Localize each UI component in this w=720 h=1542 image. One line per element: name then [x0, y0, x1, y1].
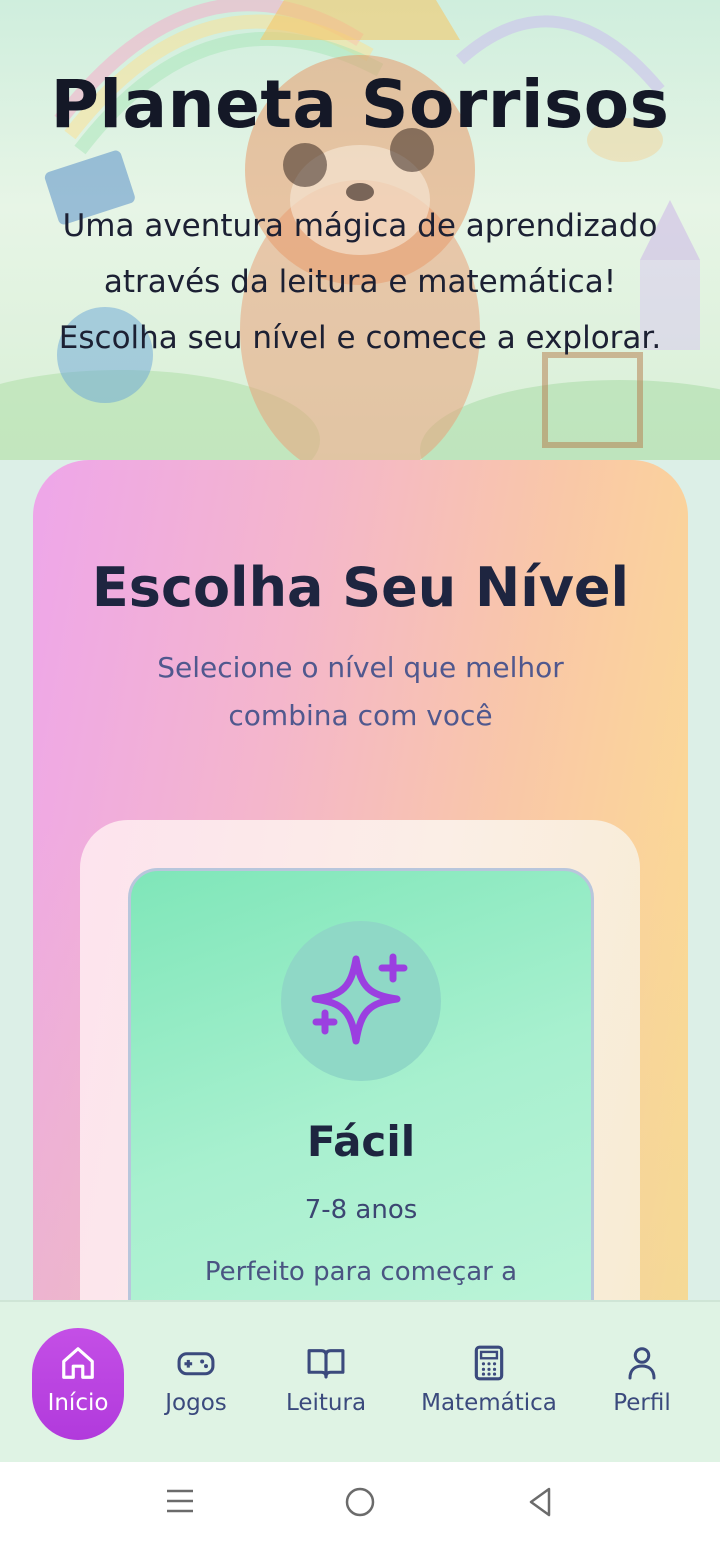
nav-label: Perfil — [613, 1390, 671, 1416]
nav-label: Jogos — [165, 1390, 227, 1416]
bottom-navigation: Início Jogos Leitura Matemática Perfil — [0, 1300, 720, 1464]
sparkles-icon — [311, 953, 408, 1045]
menu-icon[interactable] — [165, 1486, 195, 1516]
hero-subtitle-line: Uma aventura mágica de aprendizado — [62, 208, 658, 244]
level-option-age: 7-8 anos — [304, 1195, 418, 1225]
nav-label: Início — [47, 1390, 109, 1416]
nav-item-jogos[interactable]: Jogos — [146, 1344, 246, 1456]
hero-subtitle-line: Escolha seu nível e comece a explorar. — [58, 320, 662, 356]
level-options-container: Fácil 7-8 anos Perfeito para começar a — [80, 820, 640, 1300]
level-option-title: Fácil — [306, 1117, 416, 1166]
main-content: Escolha Seu Nível Selecione o nível que … — [0, 460, 720, 1300]
home-icon — [62, 1347, 94, 1379]
level-icon-badge — [281, 921, 441, 1081]
nav-label: Leitura — [285, 1390, 367, 1416]
hero-subtitle-line: através da leitura e matemática! — [103, 264, 617, 300]
nav-item-perfil[interactable]: Perfil — [596, 1344, 688, 1456]
section-subtitle-line: combina com você — [228, 699, 493, 732]
system-navigation-bar — [0, 1462, 720, 1542]
section-subtitle-line: Selecione o nível que melhor — [157, 651, 564, 684]
level-selection-card: Escolha Seu Nível Selecione o nível que … — [33, 460, 688, 1300]
home-circle-icon[interactable] — [344, 1486, 376, 1518]
nav-label: Matemática — [421, 1390, 557, 1416]
section-subtitle: Selecione o nível que melhor combina com… — [133, 644, 588, 740]
nav-item-matematica[interactable]: Matemática — [414, 1344, 564, 1456]
level-option-description: Perfeito para começar a — [204, 1257, 518, 1287]
hero-banner: Planeta Sorrisos Uma aventura mágica de … — [0, 0, 720, 460]
level-option-easy[interactable]: Fácil 7-8 anos Perfeito para começar a — [128, 868, 594, 1300]
gamepad-icon — [177, 1352, 215, 1376]
book-icon — [307, 1349, 345, 1379]
calculator-icon — [474, 1345, 504, 1381]
section-title: Escolha Seu Nível — [91, 556, 630, 619]
app-title: Planeta Sorrisos — [50, 66, 670, 143]
back-icon[interactable] — [525, 1486, 555, 1518]
nav-item-leitura[interactable]: Leitura — [276, 1344, 376, 1456]
nav-item-inicio[interactable]: Início — [32, 1328, 124, 1440]
user-icon — [628, 1347, 656, 1380]
hero-subtitle: Uma aventura mágica de aprendizado atrav… — [30, 198, 690, 366]
